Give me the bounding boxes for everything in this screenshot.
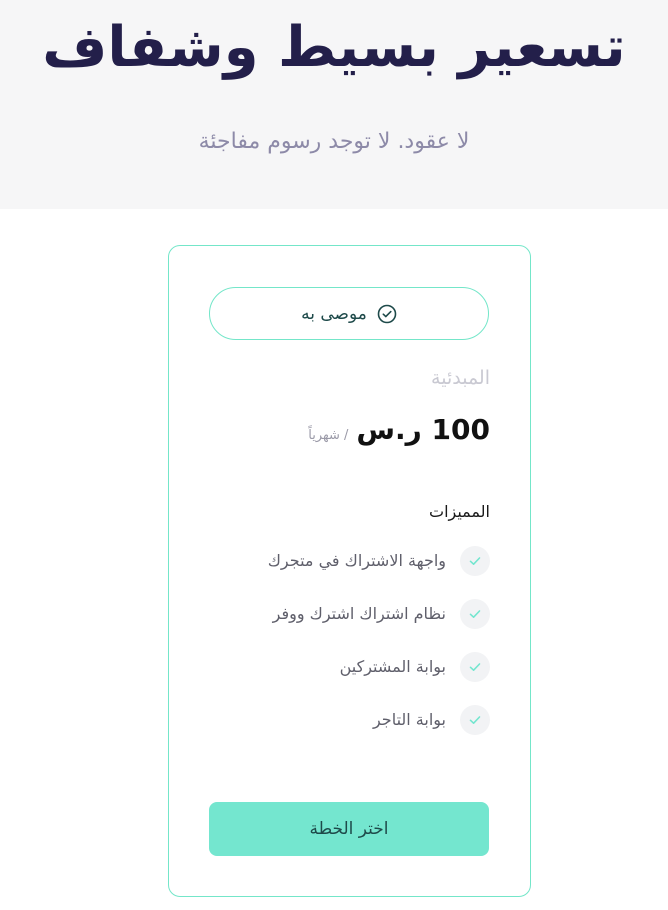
hero-section: تسعير بسيط وشفاف لا عقود. لا توجد رسوم م…: [0, 0, 668, 209]
feature-list: واجهة الاشتراك في متجرك نظام اشتراك اشتر…: [207, 546, 490, 758]
page-subtitle: لا عقود. لا توجد رسوم مفاجئة: [198, 129, 470, 154]
feature-item: واجهة الاشتراك في متجرك: [207, 546, 490, 599]
feature-label: واجهة الاشتراك في متجرك: [267, 551, 446, 570]
feature-item: بوابة التاجر: [207, 705, 490, 758]
price-amount: 100 ر.س: [356, 413, 490, 446]
feature-label: بوابة المشتركين: [339, 657, 446, 676]
features-title: المميزات: [429, 502, 490, 521]
check-icon: [460, 705, 490, 735]
feature-label: بوابة التاجر: [372, 710, 446, 729]
feature-item: بوابة المشتركين: [207, 652, 490, 705]
check-icon: [460, 546, 490, 576]
price-row: 100 ر.س / شهرياً: [308, 410, 490, 450]
check-circle-icon: [377, 304, 397, 324]
choose-plan-button[interactable]: اختر الخطة: [209, 802, 489, 856]
check-icon: [460, 652, 490, 682]
plan-name: المبدئية: [431, 367, 490, 389]
page-title: تسعير بسيط وشفاف: [42, 15, 626, 80]
recommended-badge-label: موصى به: [301, 303, 367, 324]
recommended-badge: موصى به: [209, 287, 489, 340]
price-period: / شهرياً: [308, 428, 349, 443]
feature-label: نظام اشتراك اشترك ووفر: [272, 604, 446, 623]
check-icon: [460, 599, 490, 629]
feature-item: نظام اشتراك اشترك ووفر: [207, 599, 490, 652]
pricing-card: موصى به المبدئية 100 ر.س / شهرياً المميز…: [168, 245, 531, 897]
